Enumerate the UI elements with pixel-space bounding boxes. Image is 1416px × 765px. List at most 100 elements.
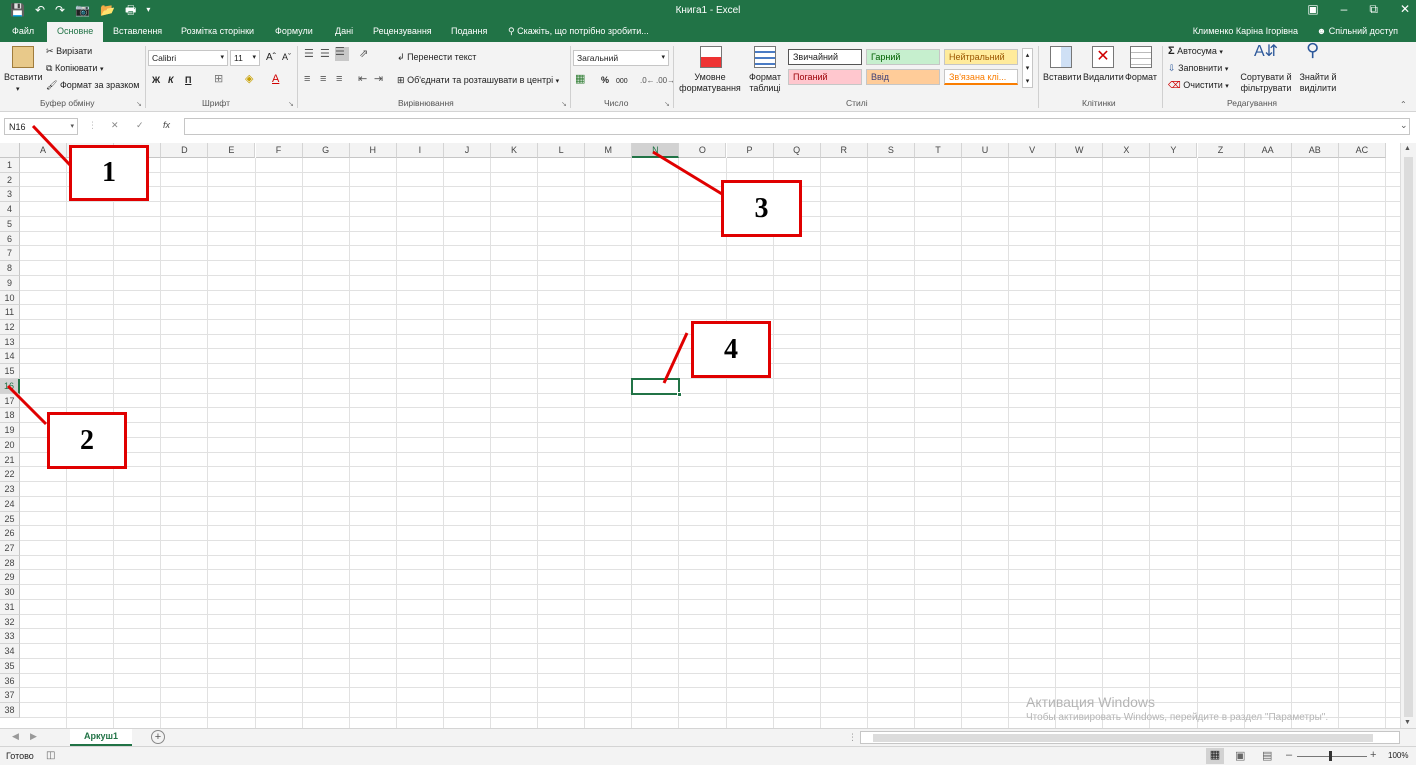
paste-icon[interactable]	[12, 46, 34, 68]
clipboard-launcher-icon[interactable]: ↘	[136, 99, 142, 110]
row-header[interactable]: 25	[0, 511, 20, 527]
style-bad[interactable]: Поганий	[788, 69, 862, 85]
bottom-align-icon[interactable]: ☰	[335, 47, 349, 61]
top-align-icon[interactable]: ☰	[304, 49, 314, 60]
column-header[interactable]: AA	[1244, 143, 1292, 158]
row-header[interactable]: 28	[0, 555, 20, 571]
zoom-out-button[interactable]: –	[1286, 749, 1292, 761]
row-header[interactable]: 14	[0, 349, 20, 365]
style-normal[interactable]: Звичайний	[788, 49, 862, 65]
column-header[interactable]: K	[491, 143, 539, 158]
row-header[interactable]: 35	[0, 658, 20, 674]
number-launcher-icon[interactable]: ↘	[664, 99, 670, 110]
row-header[interactable]: 11	[0, 305, 20, 321]
row-header[interactable]: 7	[0, 246, 20, 262]
middle-align-icon[interactable]: ☰	[320, 49, 330, 60]
row-header[interactable]: 29	[0, 570, 20, 586]
underline-button[interactable]: П	[185, 75, 191, 86]
row-header[interactable]: 26	[0, 526, 20, 541]
cancel-icon[interactable]: ✕	[111, 120, 119, 131]
column-header[interactable]: X	[1103, 143, 1151, 158]
column-header[interactable]: AC	[1338, 143, 1386, 158]
style-good[interactable]: Гарний	[866, 49, 940, 65]
sort-filter-button[interactable]: Сортувати й фільтрувати	[1238, 72, 1294, 94]
row-header[interactable]: 23	[0, 482, 20, 497]
row-header[interactable]: 24	[0, 496, 20, 512]
row-header[interactable]: 15	[0, 364, 20, 379]
number-format-combo[interactable]: Загальний ▾	[573, 50, 669, 66]
row-header[interactable]: 8	[0, 261, 20, 276]
tell-me-box[interactable]: ⚲ Скажіть, що потрібно зробити...	[508, 26, 649, 37]
add-sheet-button[interactable]: +	[151, 730, 165, 744]
row-header[interactable]: 20	[0, 437, 20, 453]
column-header[interactable]: E	[208, 143, 256, 158]
row-header[interactable]: 1	[0, 158, 20, 173]
row-header[interactable]: 34	[0, 644, 20, 659]
prev-sheet-icon[interactable]: ◀	[12, 731, 19, 742]
tab-formulas[interactable]: Формули	[275, 26, 313, 36]
formula-input[interactable]	[184, 118, 1410, 135]
font-size-combo[interactable]: 11 ▾	[230, 50, 260, 66]
merge-center-button[interactable]: ⊞ Об'єднати та розташувати в центрі ▾	[397, 75, 559, 87]
insert-cells-button[interactable]: Вставити	[1043, 72, 1082, 83]
font-launcher-icon[interactable]: ↘	[288, 99, 294, 110]
tab-view[interactable]: Подання	[451, 26, 487, 36]
row-header[interactable]: 17	[0, 393, 20, 409]
vertical-scrollbar[interactable]: ▲ ▼	[1400, 143, 1416, 728]
row-header[interactable]: 36	[0, 673, 20, 689]
borders-icon[interactable]: ⊞	[214, 74, 223, 85]
format-as-table-button[interactable]: Формат таблиці	[744, 72, 786, 94]
column-header[interactable]: Q	[773, 143, 821, 158]
column-header[interactable]: L	[538, 143, 586, 158]
comma-button[interactable]: 000	[616, 76, 628, 87]
insert-function-button[interactable]: fx	[163, 120, 170, 130]
column-header[interactable]: AB	[1291, 143, 1339, 158]
currency-icon[interactable]: ▦	[575, 74, 585, 85]
tab-review[interactable]: Рецензування	[373, 26, 432, 36]
zoom-slider-thumb[interactable]	[1329, 751, 1332, 761]
align-right-icon[interactable]: ≡	[336, 74, 342, 85]
tab-page-layout[interactable]: Розмітка сторінки	[181, 26, 254, 36]
column-header[interactable]: S	[867, 143, 915, 158]
font-color-icon[interactable]: A	[272, 74, 279, 85]
clear-button[interactable]: ⌫ Очистити ▾	[1168, 80, 1229, 92]
column-header[interactable]: Y	[1150, 143, 1198, 158]
tab-insert[interactable]: Вставлення	[113, 26, 162, 36]
ribbon-display-icon[interactable]: ▣	[1307, 2, 1318, 17]
shrink-font-icon[interactable]: Aˇ	[282, 52, 291, 63]
expand-formula-icon[interactable]: ⌄	[1400, 120, 1408, 131]
style-neutral[interactable]: Нейтральний	[944, 49, 1018, 65]
zoom-level[interactable]: 100%	[1388, 751, 1408, 760]
row-header[interactable]: 13	[0, 334, 20, 350]
column-header[interactable]: F	[255, 143, 303, 158]
paste-dropdown-icon[interactable]: ▾	[16, 84, 20, 95]
page-break-view-icon[interactable]: ▤	[1262, 749, 1272, 762]
horizontal-scroll-thumb[interactable]	[873, 734, 1373, 742]
macro-record-icon[interactable]: ◫	[46, 750, 55, 761]
select-all-corner[interactable]	[0, 143, 20, 158]
align-center-icon[interactable]: ≡	[320, 74, 326, 85]
column-header[interactable]: T	[914, 143, 962, 158]
column-header[interactable]: D	[161, 143, 209, 158]
row-header[interactable]: 3	[0, 187, 20, 203]
row-header[interactable]: 5	[0, 216, 20, 232]
column-header[interactable]: P	[726, 143, 774, 158]
row-header[interactable]: 38	[0, 703, 20, 718]
minimize-icon[interactable]: –	[1341, 2, 1348, 17]
row-header[interactable]: 9	[0, 275, 20, 291]
column-header[interactable]: A	[20, 143, 68, 158]
page-layout-view-icon[interactable]: ▣	[1235, 749, 1245, 762]
row-header[interactable]: 4	[0, 202, 20, 217]
alignment-launcher-icon[interactable]: ↘	[561, 99, 567, 110]
italic-button[interactable]: К	[168, 75, 174, 86]
format-cells-icon[interactable]	[1130, 46, 1152, 68]
tab-file[interactable]: Файл	[12, 26, 34, 36]
user-name[interactable]: Клименко Каріна Ігорівна	[1193, 26, 1298, 36]
delete-cells-button[interactable]: Видалити	[1083, 72, 1124, 83]
fill-button[interactable]: ⇩ Заповнити ▾	[1168, 63, 1228, 75]
decrease-indent-icon[interactable]: ⇤	[358, 74, 367, 85]
find-select-button[interactable]: Знайти й виділити	[1296, 72, 1340, 94]
enter-icon[interactable]: ✓	[136, 120, 144, 131]
scroll-up-icon[interactable]: ▲	[1404, 145, 1411, 152]
row-header[interactable]: 19	[0, 423, 20, 438]
